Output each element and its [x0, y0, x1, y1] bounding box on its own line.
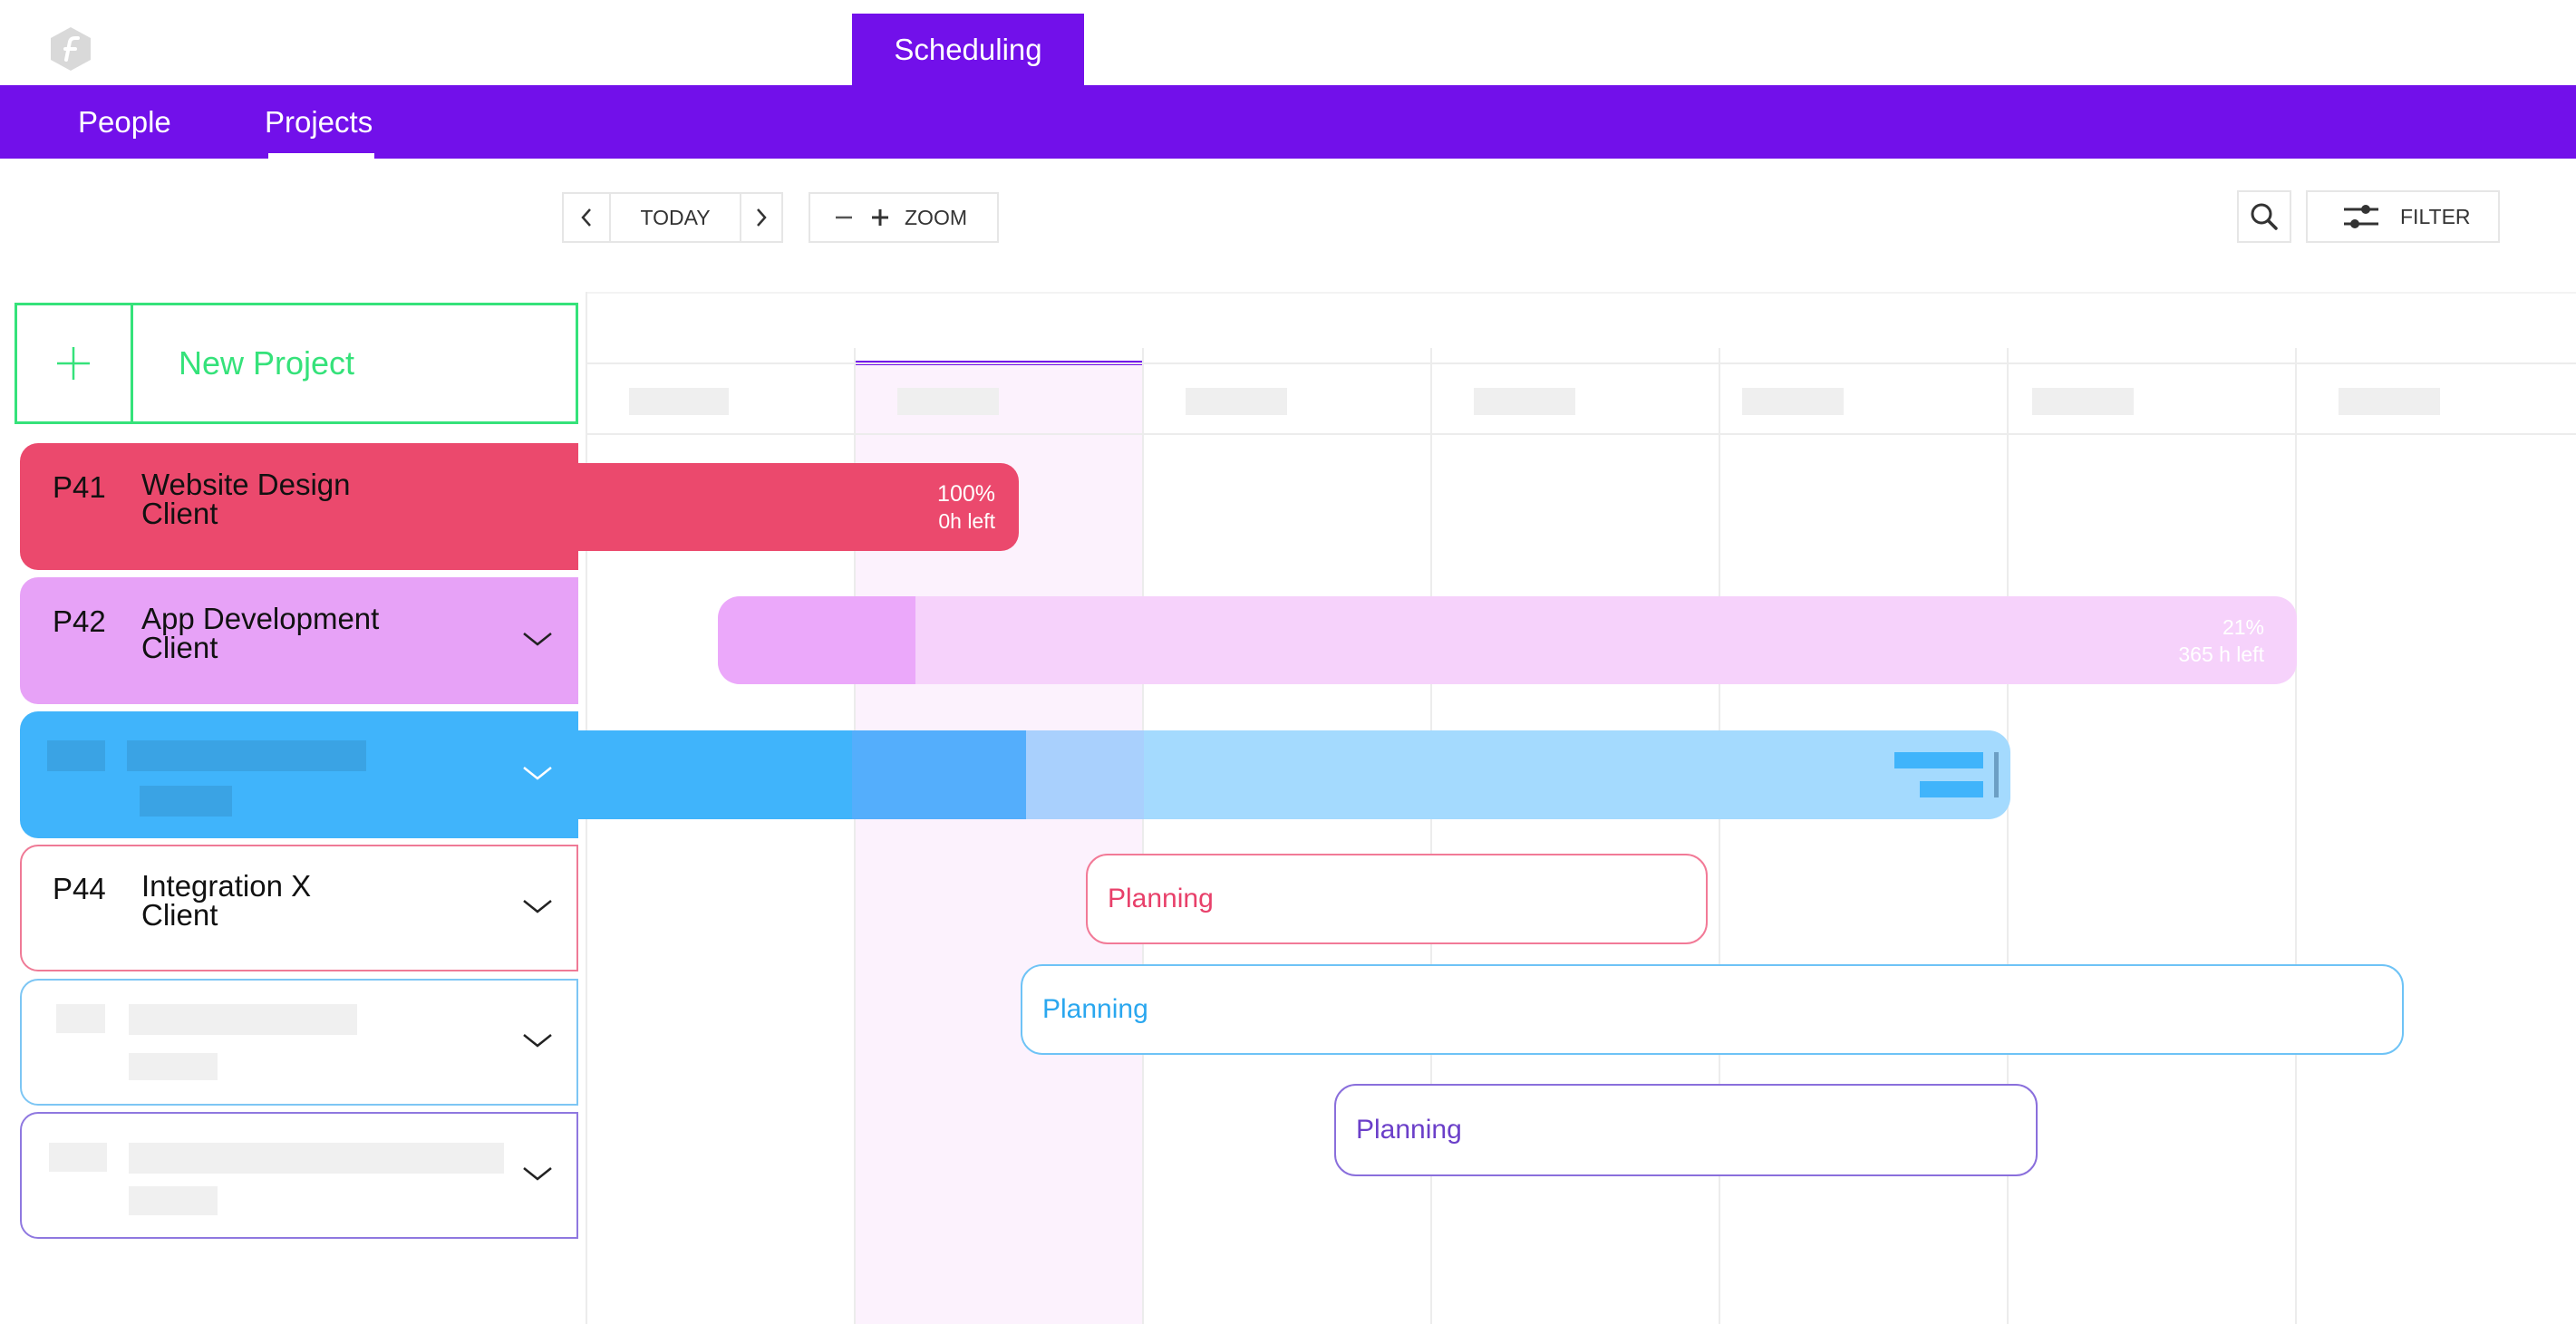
filter-label: FILTER: [2400, 204, 2471, 228]
project-bar-remaining[interactable]: [1144, 730, 2010, 819]
project-row[interactable]: [20, 1112, 578, 1239]
name-placeholder: [127, 740, 366, 771]
grid-line: [2007, 348, 2009, 1324]
bar-percent: 100%: [937, 480, 995, 507]
client-placeholder: [129, 1053, 218, 1080]
zoom-control: ZOOM: [809, 192, 999, 243]
filter-button[interactable]: FILTER: [2306, 190, 2500, 243]
date-label-placeholder: [1742, 388, 1844, 415]
client-placeholder: [129, 1186, 218, 1215]
new-project-label: New Project: [179, 344, 355, 382]
chevron-left-icon: [581, 208, 591, 227]
project-code: P42: [53, 604, 106, 638]
project-client: Client: [141, 898, 218, 932]
bar-hours-left: 0h left: [938, 508, 995, 533]
project-code: P44: [53, 872, 106, 905]
date-label-placeholder: [629, 388, 729, 415]
bar-today-overlay: [852, 730, 1026, 819]
planning-bar[interactable]: Planning: [1334, 1084, 2038, 1176]
stat-placeholder: [1920, 781, 1983, 797]
today-label: TODAY: [640, 205, 711, 229]
date-label-placeholder: [1186, 388, 1287, 415]
code-placeholder: [56, 1004, 105, 1033]
code-placeholder: [47, 740, 105, 771]
project-code: P41: [53, 470, 106, 504]
planning-label: Planning: [1356, 1115, 1462, 1145]
stat-placeholder: [1894, 752, 1983, 768]
nav-projects[interactable]: Projects: [265, 85, 375, 159]
app-logo: [51, 27, 91, 71]
project-bar[interactable]: 21% 365 h left: [718, 596, 2297, 684]
project-client: Client: [141, 497, 218, 530]
chevron-down-icon[interactable]: [522, 1029, 553, 1051]
zoom-in-button[interactable]: [870, 208, 890, 227]
prev-button[interactable]: [564, 194, 609, 241]
chevron-down-icon[interactable]: [522, 895, 553, 917]
planning-bar[interactable]: Planning: [1021, 964, 2404, 1055]
timeline-top-border: [586, 292, 2576, 294]
bar-progress-fill: [718, 596, 915, 684]
add-cell: [17, 305, 133, 421]
bar-today-overlay: [1026, 730, 1144, 819]
project-title: App Development: [141, 602, 380, 635]
chevron-down-icon[interactable]: [522, 628, 553, 650]
date-label-placeholder: [2032, 388, 2134, 415]
project-row[interactable]: [20, 711, 578, 838]
zoom-out-button[interactable]: [834, 208, 854, 227]
timeline-header-bottom: [586, 433, 2576, 435]
bar-hours-left: 365 h left: [2178, 642, 2264, 666]
chevron-down-icon[interactable]: [522, 762, 553, 784]
plus-icon: [872, 209, 888, 226]
chevron-right-icon: [757, 208, 767, 227]
client-placeholder: [140, 786, 232, 817]
project-name: Integration X Client: [141, 869, 312, 932]
date-label-placeholder: [1474, 388, 1575, 415]
main-navbar: People Projects: [0, 85, 2576, 159]
name-placeholder: [129, 1004, 357, 1035]
scheduling-tab[interactable]: Scheduling: [852, 14, 1084, 86]
code-placeholder: [49, 1143, 107, 1172]
nav-people-label: People: [78, 104, 171, 139]
grid-line: [1430, 348, 1432, 1324]
project-title: Website Design: [141, 468, 351, 501]
date-label-placeholder: [897, 388, 999, 415]
project-name: App Development Client: [141, 604, 379, 662]
new-project-button[interactable]: New Project: [15, 303, 578, 424]
scheduling-tab-label: Scheduling: [894, 33, 1042, 66]
bar-stats: 100% 0h left: [937, 480, 995, 535]
zoom-label: ZOOM: [905, 205, 967, 229]
planning-label: Planning: [1108, 884, 1214, 913]
nav-people[interactable]: People: [78, 85, 171, 159]
name-placeholder: [129, 1143, 504, 1174]
grid-line: [2295, 348, 2297, 1324]
bar-percent: 21%: [2222, 614, 2264, 639]
project-row[interactable]: P44 Integration X Client: [20, 845, 578, 971]
sliders-icon: [2344, 205, 2378, 228]
next-button[interactable]: [740, 194, 781, 241]
project-bar[interactable]: 100% 0h left: [576, 463, 1019, 551]
search-button[interactable]: [2237, 190, 2291, 243]
planning-label: Planning: [1042, 994, 1148, 1024]
project-name: Website Design Client: [141, 468, 351, 530]
project-row[interactable]: P41 Website Design Client: [20, 443, 578, 570]
timeline-header-line: [586, 362, 2576, 364]
project-client: Client: [141, 631, 218, 664]
nav-projects-label: Projects: [265, 104, 373, 139]
project-row[interactable]: [20, 979, 578, 1106]
bar-stats: 21% 365 h left: [2178, 614, 2264, 668]
search-icon: [2251, 203, 2278, 230]
resize-handle[interactable]: [1994, 752, 1999, 797]
date-label-placeholder: [2339, 388, 2440, 415]
plus-icon: [57, 347, 90, 380]
grid-line: [1142, 348, 1144, 1324]
minus-icon: [836, 216, 852, 219]
project-row[interactable]: P42 App Development Client: [20, 577, 578, 704]
chevron-down-icon[interactable]: [522, 1163, 553, 1184]
date-navigator: TODAY: [562, 192, 783, 243]
project-title: Integration X: [141, 869, 312, 903]
planning-bar[interactable]: Planning: [1086, 854, 1708, 944]
grid-line: [1719, 348, 1720, 1324]
today-button[interactable]: TODAY: [609, 194, 740, 241]
